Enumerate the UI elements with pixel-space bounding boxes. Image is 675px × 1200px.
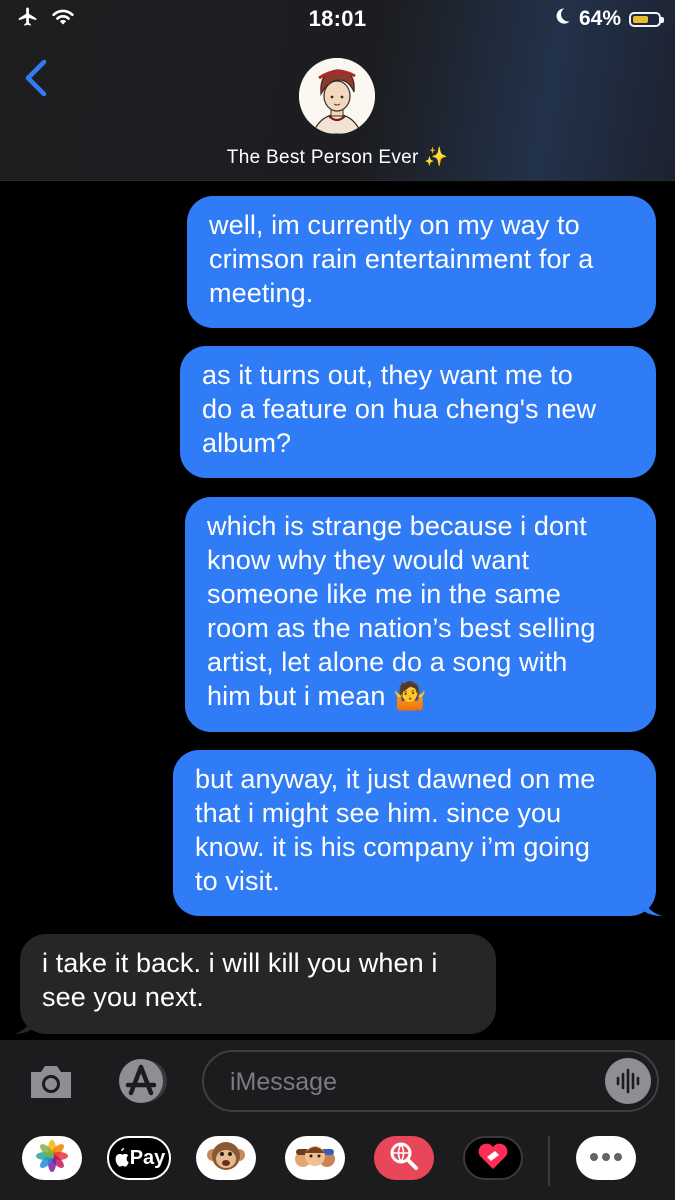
moon-icon (553, 7, 571, 31)
sent-message-bubble[interactable]: which is strange because i dont know why… (185, 497, 656, 732)
app-store-button[interactable] (114, 1056, 172, 1106)
messages-screen: 18:01 64% The Best Person Ever ✨ well, i… (0, 0, 675, 1200)
web-search-icon (387, 1139, 421, 1178)
audio-message-icon (605, 1068, 651, 1108)
memoji-icon (293, 1139, 337, 1178)
composer-bar: Pay (0, 1040, 675, 1200)
animoji-app-button[interactable] (196, 1136, 256, 1180)
sent-message-bubble[interactable]: well, im currently on my way to crimson … (187, 196, 656, 328)
memoji-app-button[interactable] (285, 1136, 345, 1180)
web-search-app-button[interactable] (374, 1136, 434, 1180)
apple-pay-label: Pay (129, 1146, 166, 1169)
more-apps-button[interactable] (576, 1136, 636, 1180)
battery-fill (633, 15, 649, 23)
message-input[interactable] (228, 1052, 592, 1112)
chevron-left-icon (20, 59, 50, 106)
bubble-tail (14, 1010, 36, 1034)
status-bar: 18:01 64% (0, 0, 675, 40)
app-store-icon (114, 1059, 172, 1110)
status-right: 64% (553, 6, 664, 32)
camera-button[interactable] (27, 1062, 75, 1102)
back-button[interactable] (20, 58, 56, 102)
contact-avatar[interactable] (299, 58, 375, 134)
digital-touch-icon (477, 1141, 509, 1176)
conversation-header: 18:01 64% The Best Person Ever ✨ (0, 0, 675, 181)
received-message-bubble[interactable]: i take it back. i will kill you when i s… (20, 934, 496, 1034)
sent-message-bubble[interactable]: as it turns out, they want me to do a fe… (180, 346, 656, 478)
apple-pay-icon: Pay (113, 1146, 166, 1170)
app-drawer: Pay (0, 1136, 675, 1200)
photos-app-button[interactable] (22, 1136, 82, 1180)
battery-icon (629, 11, 664, 27)
audio-message-button[interactable] (605, 1058, 651, 1104)
sent-message-bubble[interactable]: but anyway, it just dawned on me that i … (173, 750, 656, 916)
animoji-icon (206, 1138, 246, 1179)
battery-percent: 64% (578, 7, 621, 30)
more-apps-icon (589, 1149, 623, 1167)
digital-touch-app-button[interactable] (463, 1136, 523, 1180)
contact-name[interactable]: The Best Person Ever ✨ (0, 145, 675, 169)
message-input-field[interactable] (202, 1050, 659, 1112)
camera-icon (27, 1066, 75, 1106)
bubble-tail (640, 892, 662, 916)
apple-pay-button[interactable]: Pay (107, 1136, 171, 1180)
photos-icon (35, 1139, 69, 1178)
app-drawer-divider (548, 1136, 550, 1186)
